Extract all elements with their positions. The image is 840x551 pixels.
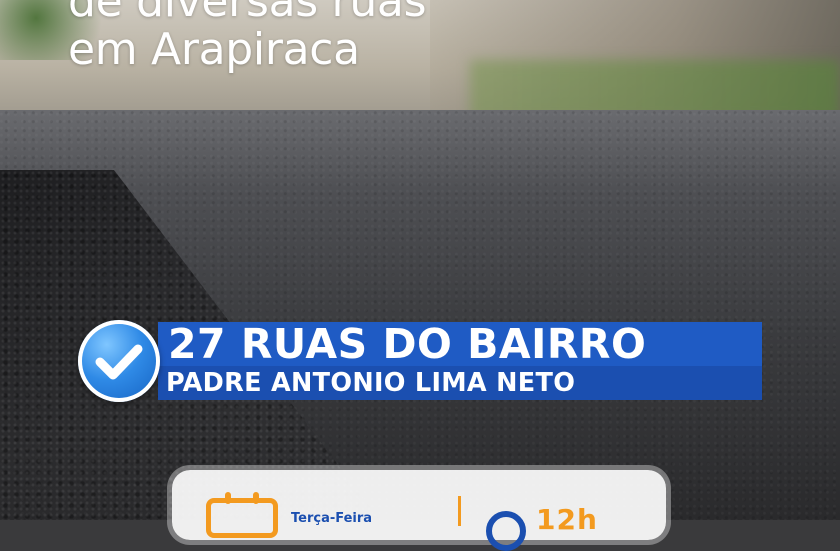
road-photo-background <box>0 0 840 520</box>
headline: de diversas ruas em Arapiraca <box>68 0 427 75</box>
calendar-icon <box>206 492 278 538</box>
check-circle-icon <box>78 320 160 402</box>
clock-icon <box>486 511 526 551</box>
card-divider <box>458 496 461 526</box>
headline-line-1: de diversas ruas <box>68 0 427 27</box>
banner-subtitle: PADRE ANTONIO LIMA NETO <box>166 368 576 398</box>
headline-line-2: em Arapiraca <box>68 24 360 75</box>
date-label: Terça-Feira <box>291 511 373 526</box>
banner-title: 27 RUAS DO BAIRRO <box>168 320 647 368</box>
